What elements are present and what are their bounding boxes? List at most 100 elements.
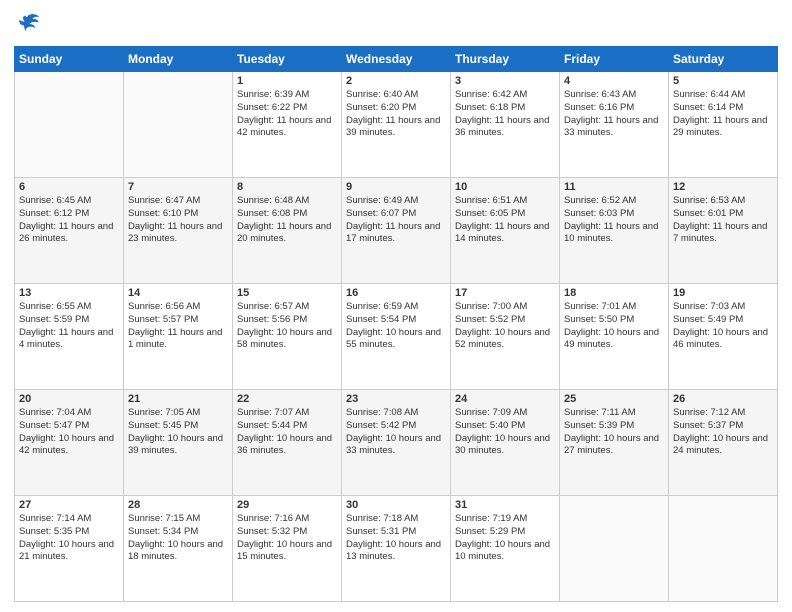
day-number: 8 — [237, 181, 337, 193]
day-info: Sunrise: 6:39 AM Sunset: 6:22 PM Dayligh… — [237, 89, 337, 140]
day-number: 11 — [564, 181, 664, 193]
calendar-cell: 17 Sunrise: 7:00 AM Sunset: 5:52 PM Dayli… — [451, 284, 560, 390]
calendar-cell — [15, 72, 124, 178]
calendar-cell: 16 Sunrise: 6:59 AM Sunset: 5:54 PM Dayli… — [342, 284, 451, 390]
day-info: Sunrise: 6:40 AM Sunset: 6:20 PM Dayligh… — [346, 89, 446, 140]
day-info: Sunrise: 7:05 AM Sunset: 5:45 PM Dayligh… — [128, 407, 228, 458]
day-info: Sunrise: 6:49 AM Sunset: 6:07 PM Dayligh… — [346, 195, 446, 246]
day-info: Sunrise: 6:59 AM Sunset: 5:54 PM Dayligh… — [346, 301, 446, 352]
calendar-cell: 29 Sunrise: 7:16 AM Sunset: 5:32 PM Dayli… — [233, 496, 342, 602]
calendar-cell: 4 Sunrise: 6:43 AM Sunset: 6:16 PM Daylig… — [560, 72, 669, 178]
week-row-2: 6 Sunrise: 6:45 AM Sunset: 6:12 PM Daylig… — [15, 178, 778, 284]
day-number: 21 — [128, 393, 228, 405]
day-number: 25 — [564, 393, 664, 405]
weekday-header-thursday: Thursday — [451, 47, 560, 72]
day-info: Sunrise: 6:56 AM Sunset: 5:57 PM Dayligh… — [128, 301, 228, 352]
day-number: 12 — [673, 181, 773, 193]
day-info: Sunrise: 6:43 AM Sunset: 6:16 PM Dayligh… — [564, 89, 664, 140]
calendar-cell: 23 Sunrise: 7:08 AM Sunset: 5:42 PM Dayli… — [342, 390, 451, 496]
day-number: 28 — [128, 499, 228, 511]
calendar-cell: 28 Sunrise: 7:15 AM Sunset: 5:34 PM Dayli… — [124, 496, 233, 602]
day-info: Sunrise: 7:01 AM Sunset: 5:50 PM Dayligh… — [564, 301, 664, 352]
day-number: 30 — [346, 499, 446, 511]
day-number: 13 — [19, 287, 119, 299]
day-info: Sunrise: 7:16 AM Sunset: 5:32 PM Dayligh… — [237, 513, 337, 564]
day-info: Sunrise: 7:15 AM Sunset: 5:34 PM Dayligh… — [128, 513, 228, 564]
calendar-cell: 31Sunrise: 7:19 AM Sunset: 5:29 PM Dayli… — [451, 496, 560, 602]
weekday-header-row: SundayMondayTuesdayWednesdayThursdayFrid… — [15, 47, 778, 72]
day-info: Sunrise: 6:55 AM Sunset: 5:59 PM Dayligh… — [19, 301, 119, 352]
calendar-cell: 11 Sunrise: 6:52 AM Sunset: 6:03 PM Dayli… — [560, 178, 669, 284]
weekday-header-tuesday: Tuesday — [233, 47, 342, 72]
weekday-header-wednesday: Wednesday — [342, 47, 451, 72]
calendar-cell — [669, 496, 778, 602]
day-info: Sunrise: 7:09 AM Sunset: 5:40 PM Dayligh… — [455, 407, 555, 458]
calendar-cell: 2 Sunrise: 6:40 AM Sunset: 6:20 PM Daylig… — [342, 72, 451, 178]
day-number: 5 — [673, 75, 773, 87]
calendar-cell — [124, 72, 233, 178]
day-number: 20 — [19, 393, 119, 405]
day-number: 17 — [455, 287, 555, 299]
day-number: 22 — [237, 393, 337, 405]
day-info: Sunrise: 6:51 AM Sunset: 6:05 PM Dayligh… — [455, 195, 555, 246]
day-number: 3 — [455, 75, 555, 87]
weekday-header-friday: Friday — [560, 47, 669, 72]
calendar-cell: 26Sunrise: 7:12 AM Sunset: 5:37 PM Dayli… — [669, 390, 778, 496]
calendar-table: SundayMondayTuesdayWednesdayThursdayFrid… — [14, 46, 778, 602]
day-number: 14 — [128, 287, 228, 299]
day-info: Sunrise: 7:03 AM Sunset: 5:49 PM Dayligh… — [673, 301, 773, 352]
day-number: 2 — [346, 75, 446, 87]
calendar-cell: 27 Sunrise: 7:14 AM Sunset: 5:35 PM Dayli… — [15, 496, 124, 602]
day-info: Sunrise: 6:52 AM Sunset: 6:03 PM Dayligh… — [564, 195, 664, 246]
header — [14, 10, 778, 38]
day-info: Sunrise: 6:57 AM Sunset: 5:56 PM Dayligh… — [237, 301, 337, 352]
day-number: 7 — [128, 181, 228, 193]
calendar-cell: 1 Sunrise: 6:39 AM Sunset: 6:22 PM Daylig… — [233, 72, 342, 178]
day-info: Sunrise: 7:08 AM Sunset: 5:42 PM Dayligh… — [346, 407, 446, 458]
calendar-cell: 22 Sunrise: 7:07 AM Sunset: 5:44 PM Dayli… — [233, 390, 342, 496]
day-number: 1 — [237, 75, 337, 87]
calendar-cell: 12Sunrise: 6:53 AM Sunset: 6:01 PM Dayli… — [669, 178, 778, 284]
week-row-5: 27 Sunrise: 7:14 AM Sunset: 5:35 PM Dayli… — [15, 496, 778, 602]
calendar-cell: 14 Sunrise: 6:56 AM Sunset: 5:57 PM Dayli… — [124, 284, 233, 390]
logo — [14, 10, 46, 38]
page: SundayMondayTuesdayWednesdayThursdayFrid… — [0, 0, 792, 612]
day-info: Sunrise: 7:14 AM Sunset: 5:35 PM Dayligh… — [19, 513, 119, 564]
day-number: 9 — [346, 181, 446, 193]
calendar-cell: 25Sunrise: 7:11 AM Sunset: 5:39 PM Dayli… — [560, 390, 669, 496]
day-info: Sunrise: 6:47 AM Sunset: 6:10 PM Dayligh… — [128, 195, 228, 246]
calendar-cell: 19Sunrise: 7:03 AM Sunset: 5:49 PM Dayli… — [669, 284, 778, 390]
week-row-3: 13 Sunrise: 6:55 AM Sunset: 5:59 PM Dayli… — [15, 284, 778, 390]
weekday-header-monday: Monday — [124, 47, 233, 72]
calendar-cell: 5Sunrise: 6:44 AM Sunset: 6:14 PM Daylig… — [669, 72, 778, 178]
day-number: 15 — [237, 287, 337, 299]
week-row-4: 20 Sunrise: 7:04 AM Sunset: 5:47 PM Dayli… — [15, 390, 778, 496]
day-info: Sunrise: 6:45 AM Sunset: 6:12 PM Dayligh… — [19, 195, 119, 246]
calendar-cell: 24 Sunrise: 7:09 AM Sunset: 5:40 PM Dayli… — [451, 390, 560, 496]
calendar-cell: 20 Sunrise: 7:04 AM Sunset: 5:47 PM Dayli… — [15, 390, 124, 496]
day-number: 27 — [19, 499, 119, 511]
day-info: Sunrise: 6:48 AM Sunset: 6:08 PM Dayligh… — [237, 195, 337, 246]
calendar-cell: 10Sunrise: 6:51 AM Sunset: 6:05 PM Dayli… — [451, 178, 560, 284]
day-number: 23 — [346, 393, 446, 405]
weekday-header-sunday: Sunday — [15, 47, 124, 72]
week-row-1: 1 Sunrise: 6:39 AM Sunset: 6:22 PM Daylig… — [15, 72, 778, 178]
calendar-cell: 9 Sunrise: 6:49 AM Sunset: 6:07 PM Daylig… — [342, 178, 451, 284]
day-info: Sunrise: 7:12 AM Sunset: 5:37 PM Dayligh… — [673, 407, 773, 458]
calendar-cell: 30 Sunrise: 7:18 AM Sunset: 5:31 PM Dayli… — [342, 496, 451, 602]
day-info: Sunrise: 7:04 AM Sunset: 5:47 PM Dayligh… — [19, 407, 119, 458]
calendar-cell: 21 Sunrise: 7:05 AM Sunset: 5:45 PM Dayli… — [124, 390, 233, 496]
logo-bird-icon — [14, 10, 42, 38]
weekday-header-saturday: Saturday — [669, 47, 778, 72]
day-number: 29 — [237, 499, 337, 511]
day-number: 16 — [346, 287, 446, 299]
day-number: 18 — [564, 287, 664, 299]
day-info: Sunrise: 7:00 AM Sunset: 5:52 PM Dayligh… — [455, 301, 555, 352]
calendar-cell: 8 Sunrise: 6:48 AM Sunset: 6:08 PM Daylig… — [233, 178, 342, 284]
day-number: 4 — [564, 75, 664, 87]
day-number: 6 — [19, 181, 119, 193]
day-info: Sunrise: 7:18 AM Sunset: 5:31 PM Dayligh… — [346, 513, 446, 564]
day-number: 24 — [455, 393, 555, 405]
calendar-cell — [560, 496, 669, 602]
day-info: Sunrise: 7:07 AM Sunset: 5:44 PM Dayligh… — [237, 407, 337, 458]
